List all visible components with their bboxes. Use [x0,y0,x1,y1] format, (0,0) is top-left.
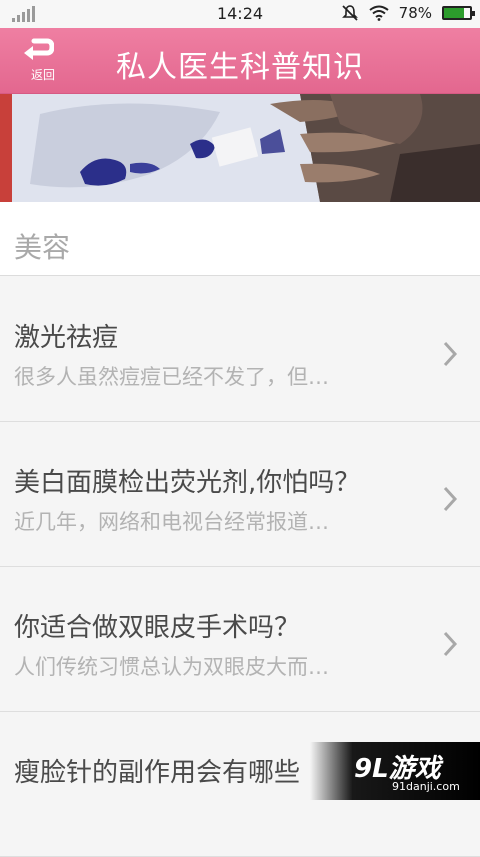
mute-icon [341,4,359,22]
battery-percent: 78% [399,4,432,22]
chevron-right-icon [442,630,458,658]
watermark-logo: 9L游戏 91danji.com [310,742,480,800]
article-title: 美白面膜检出荧光剂,你怕吗？ [14,462,360,499]
article-summary: 很多人虽然痘痘已经不发了，但… [14,361,329,391]
article-title: 瘦脸针的副作用会有哪些 [14,752,300,789]
battery-icon [442,6,472,20]
section-title: 美容 [0,202,480,276]
wifi-icon [369,5,389,21]
article-title: 激光祛痘 [14,317,118,354]
list-item[interactable]: 激光祛痘 很多人虽然痘痘已经不发了，但… [0,277,480,422]
article-title: 你适合做双眼皮手术吗？ [14,607,300,644]
banner-image [0,94,480,202]
chevron-right-icon [442,340,458,368]
article-summary: 近几年，网络和电视台经常报道… [14,506,329,536]
watermark-url: 91danji.com [392,780,460,793]
status-bar: 14:24 78% [0,0,480,28]
page-title: 私人医生科普知识 [0,42,480,86]
app-header: 返回 私人医生科普知识 [0,28,480,94]
article-summary: 人们传统习惯总认为双眼皮大而… [14,651,329,681]
list-item[interactable]: 美白面膜检出荧光剂,你怕吗？ 近几年，网络和电视台经常报道… [0,422,480,567]
list-item[interactable]: 你适合做双眼皮手术吗？ 人们传统习惯总认为双眼皮大而… [0,567,480,712]
chevron-right-icon [442,485,458,513]
